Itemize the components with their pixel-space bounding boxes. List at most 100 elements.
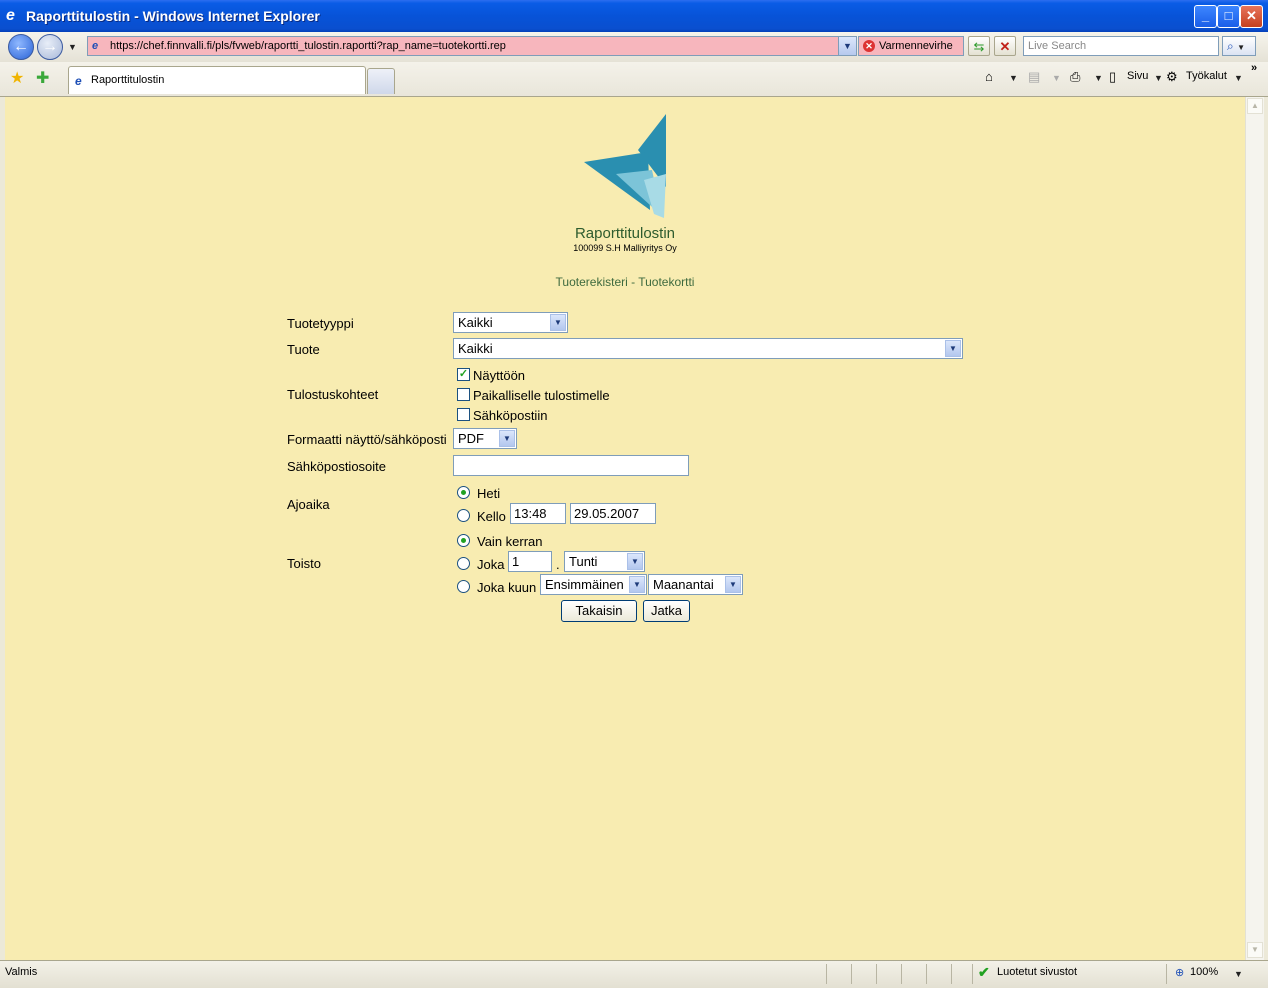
address-dropdown-button[interactable]: ▼ bbox=[838, 37, 856, 55]
security-zone[interactable]: Luotetut sivustot bbox=[997, 966, 1077, 978]
local-printer-option-label: Paikalliselle tulostimelle bbox=[473, 388, 610, 403]
monthly-day-select[interactable]: Maanantai ▼ bbox=[648, 574, 743, 595]
repeat-every-radio[interactable] bbox=[457, 557, 470, 570]
status-divider bbox=[926, 964, 927, 984]
maximize-button[interactable]: □ bbox=[1217, 5, 1240, 28]
refresh-button[interactable]: ⇆ bbox=[968, 36, 990, 56]
page-icon: e bbox=[75, 74, 82, 88]
status-divider bbox=[851, 964, 852, 984]
screen-checkbox[interactable]: ✓ bbox=[457, 368, 470, 381]
repeat-unit-value: Tunti bbox=[569, 554, 598, 569]
title-bar: e Raporttitulostin - Windows Internet Ex… bbox=[0, 0, 1268, 32]
print-dropdown-icon[interactable]: ▼ bbox=[1094, 73, 1103, 83]
home-icon[interactable]: ⌂ bbox=[985, 69, 993, 84]
scroll-up-button[interactable]: ▲ bbox=[1247, 98, 1263, 114]
app-title: Raporttitulostin bbox=[574, 225, 676, 242]
tab-row: ★ ✚ e Raporttitulostin ⌂ ▼ ▤ ▼ ⎙ ▼ ▯ Siv… bbox=[0, 62, 1268, 97]
repeat-once-label: Vain kerran bbox=[477, 534, 543, 549]
zoom-dropdown-icon[interactable]: ▼ bbox=[1234, 969, 1243, 979]
search-button[interactable]: ⌕ ▼ bbox=[1222, 36, 1256, 56]
zoom-level[interactable]: 100% bbox=[1190, 966, 1218, 978]
repeat-separator: . bbox=[556, 557, 560, 572]
chevron-down-icon: ▼ bbox=[627, 553, 643, 570]
format-value: PDF bbox=[458, 431, 484, 446]
email-checkbox[interactable] bbox=[457, 408, 470, 421]
local-printer-checkbox[interactable] bbox=[457, 388, 470, 401]
continue-button[interactable]: Jatka bbox=[643, 600, 690, 622]
repeat-unit-select[interactable]: Tunti ▼ bbox=[564, 551, 645, 572]
gear-icon: ⚙ bbox=[1166, 69, 1178, 84]
more-commands-icon[interactable]: » bbox=[1251, 62, 1257, 74]
page-menu-icon: ▯ bbox=[1109, 69, 1117, 84]
chevron-down-icon: ▼ bbox=[843, 41, 852, 51]
feeds-icon[interactable]: ▤ bbox=[1028, 69, 1040, 85]
format-select[interactable]: PDF ▼ bbox=[453, 428, 517, 449]
repeat-label: Toisto bbox=[287, 556, 321, 571]
run-date-input[interactable]: 29.05.2007 bbox=[570, 503, 656, 524]
certificate-error-label: Varmennevirhe bbox=[879, 40, 953, 52]
zoom-icon: ⊕ bbox=[1175, 967, 1185, 979]
targets-label: Tulostuskohteet bbox=[287, 387, 379, 402]
email-option-label: Sähköpostiin bbox=[473, 408, 548, 423]
page-menu-button[interactable]: Sivu bbox=[1127, 70, 1148, 82]
product-type-select[interactable]: Kaikki ▼ bbox=[453, 312, 568, 333]
repeat-every-label: Joka bbox=[477, 557, 505, 572]
back-nav-button[interactable]: ← bbox=[8, 34, 34, 60]
chevron-down-icon: ▼ bbox=[499, 430, 515, 447]
screen-option-label: Näyttöön bbox=[473, 368, 526, 383]
minimize-button[interactable]: _ bbox=[1194, 5, 1217, 28]
home-dropdown-icon[interactable]: ▼ bbox=[1009, 73, 1018, 83]
add-favorite-icon[interactable]: ✚ bbox=[36, 68, 49, 88]
runtime-label: Ajoaika bbox=[287, 497, 330, 512]
search-icon: ⌕ bbox=[1227, 39, 1234, 53]
run-at-radio[interactable] bbox=[457, 509, 470, 522]
arrow-right-icon: → bbox=[42, 38, 58, 55]
report-name: Tuoterekisteri - Tuotekortti bbox=[555, 275, 695, 289]
run-now-radio[interactable] bbox=[457, 486, 470, 499]
favorites-star-icon[interactable]: ★ bbox=[10, 68, 24, 88]
certificate-error-button[interactable]: ✕ Varmennevirhe bbox=[858, 36, 964, 56]
company-logo bbox=[584, 114, 666, 218]
close-button[interactable]: ✕ bbox=[1240, 5, 1263, 28]
browser-window: e Raporttitulostin - Windows Internet Ex… bbox=[0, 0, 1268, 988]
stop-icon: ✕ bbox=[999, 39, 1011, 54]
forward-nav-button[interactable]: → bbox=[37, 34, 63, 60]
email-address-input[interactable] bbox=[453, 455, 689, 476]
product-type-value: Kaikki bbox=[458, 315, 493, 330]
status-divider bbox=[972, 964, 973, 984]
repeat-monthly-radio[interactable] bbox=[457, 580, 470, 593]
tools-menu-button[interactable]: Työkalut bbox=[1186, 70, 1227, 82]
checkmark-icon: ✔ bbox=[978, 964, 990, 980]
search-input[interactable]: Live Search bbox=[1023, 36, 1219, 56]
status-divider bbox=[826, 964, 827, 984]
scroll-down-button[interactable]: ▼ bbox=[1247, 942, 1263, 958]
feeds-dropdown-icon[interactable]: ▼ bbox=[1052, 73, 1061, 83]
tab-raporttitulostin[interactable]: e Raporttitulostin bbox=[68, 66, 366, 94]
tools-dropdown-icon[interactable]: ▼ bbox=[1234, 73, 1243, 83]
chevron-down-icon: ▼ bbox=[629, 576, 645, 593]
product-select[interactable]: Kaikki ▼ bbox=[453, 338, 963, 359]
repeat-every-input[interactable]: 1 bbox=[508, 551, 552, 572]
monthly-ordinal-value: Ensimmäinen bbox=[545, 577, 624, 592]
run-time-input[interactable]: 13:48 bbox=[510, 503, 566, 524]
product-type-label: Tuotetyyppi bbox=[287, 316, 354, 331]
tab-label: Raporttitulostin bbox=[91, 74, 165, 86]
shield-error-icon: ✕ bbox=[863, 40, 875, 52]
run-at-label: Kello bbox=[477, 509, 506, 524]
history-dropdown-icon[interactable]: ▼ bbox=[68, 42, 77, 52]
chevron-down-icon: ▼ bbox=[945, 340, 961, 357]
status-divider bbox=[901, 964, 902, 984]
page-icon: e bbox=[92, 40, 99, 52]
stop-button[interactable]: ✕ bbox=[994, 36, 1016, 56]
print-icon[interactable]: ⎙ bbox=[1070, 69, 1080, 85]
search-options-icon[interactable]: ▼ bbox=[1237, 43, 1245, 52]
page-dropdown-icon[interactable]: ▼ bbox=[1154, 73, 1163, 83]
status-divider bbox=[1166, 964, 1167, 984]
monthly-ordinal-select[interactable]: Ensimmäinen ▼ bbox=[540, 574, 647, 595]
back-button[interactable]: Takaisin bbox=[561, 600, 637, 622]
repeat-once-radio[interactable] bbox=[457, 534, 470, 547]
format-label: Formaatti näyttö/sähköposti bbox=[287, 432, 447, 447]
new-tab-button[interactable] bbox=[367, 68, 395, 94]
address-field[interactable]: e https://chef.finnvalli.fi/pls/fvweb/ra… bbox=[87, 36, 857, 56]
monthly-day-value: Maanantai bbox=[653, 577, 714, 592]
